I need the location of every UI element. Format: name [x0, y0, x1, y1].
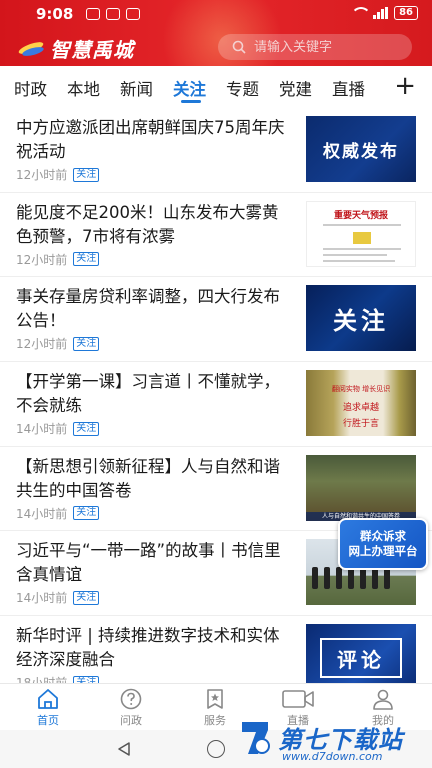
- logo-icon: [17, 38, 46, 60]
- list-item[interactable]: 事关存量房贷利率调整，四大行发布公告！ 12小时前 关注 关注: [0, 277, 432, 363]
- thumbnail-text: 追求卓越: [342, 403, 379, 414]
- tab-zhibo[interactable]: 直播: [332, 76, 365, 100]
- nav-wenzheng[interactable]: 问政: [101, 688, 161, 728]
- stamp-mark: [353, 231, 371, 244]
- tab-guanzhu[interactable]: 关注: [173, 76, 206, 100]
- news-time: 14小时前: [16, 422, 68, 437]
- watermark-url: www.d7down.com: [282, 750, 383, 763]
- news-time: 14小时前: [16, 591, 68, 606]
- add-tab-button[interactable]: +: [394, 73, 416, 99]
- nav-home[interactable]: 首页: [18, 688, 78, 728]
- search-bar[interactable]: [218, 34, 412, 60]
- news-time: 12小时前: [16, 252, 68, 267]
- news-title[interactable]: 习近平与“一带一路”的故事丨书信里含真情谊: [16, 539, 294, 587]
- news-thumbnail[interactable]: 重要天气预报: [306, 200, 416, 267]
- home-button-icon[interactable]: [207, 740, 225, 758]
- news-thumbnail[interactable]: 人与自然和谐共生的中国答卷: [306, 454, 416, 521]
- category-tabs: 时政 本地 新闻 关注 专题 党建 直播 +: [0, 66, 432, 108]
- nav-label: 服务: [204, 714, 226, 727]
- thumbnail-text: 重要天气预报: [333, 210, 388, 221]
- news-thumbnail[interactable]: 权威发布: [306, 116, 416, 182]
- news-tag: 关注: [73, 336, 100, 351]
- thumbnail-text: 评论: [337, 647, 385, 672]
- tab-xinwen[interactable]: 新闻: [120, 76, 153, 100]
- mail-icon: [126, 8, 140, 20]
- watermark-logo: 第七下载站 www.d7down.com: [238, 716, 432, 768]
- news-title[interactable]: 【开学第一课】习言道丨不懂就学，不会就练: [16, 370, 294, 418]
- thumbnail-text: 翻阅实物 增长见识: [331, 385, 391, 394]
- news-thumbnail[interactable]: 翻阅实物 增长见识 追求卓越 行胜于言: [306, 370, 416, 437]
- tab-bendi[interactable]: 本地: [67, 76, 100, 100]
- news-title[interactable]: 新华时评 | 持续推进数字技术和实体经济深度融合: [16, 624, 294, 672]
- news-title[interactable]: 能见度不足200米！山东发布大雾黄色预警，7市将有浓雾: [16, 201, 294, 249]
- battery-indicator: 86: [394, 6, 418, 20]
- news-thumbnail[interactable]: 关注: [306, 285, 416, 352]
- watermark-icon: [242, 722, 270, 754]
- nav-label: 首页: [37, 714, 59, 727]
- news-title[interactable]: 事关存量房贷利率调整，四大行发布公告！: [16, 285, 294, 333]
- nav-fuwu[interactable]: 服务: [185, 688, 245, 728]
- news-tag: 关注: [73, 252, 100, 267]
- news-time: 12小时前: [16, 337, 68, 352]
- petition-platform-banner[interactable]: 群众诉求 网上办理平台: [338, 518, 428, 570]
- news-tag: 关注: [73, 167, 100, 182]
- banner-line2: 网上办理平台: [348, 544, 418, 558]
- notification-icons: [86, 8, 140, 20]
- chat-icon: [106, 8, 120, 20]
- notification-icon: [86, 8, 100, 20]
- news-tag: 关注: [73, 590, 100, 605]
- question-icon: [120, 688, 142, 710]
- news-list: 中方应邀派团出席朝鲜国庆75周年庆祝活动 12小时前 关注 权威发布 能见度不足…: [0, 108, 432, 701]
- tab-shizheng[interactable]: 时政: [14, 76, 47, 100]
- search-input[interactable]: [254, 39, 404, 55]
- home-icon: [38, 689, 58, 709]
- tab-dangjian[interactable]: 党建: [279, 76, 312, 100]
- wifi-icon: [351, 7, 372, 19]
- nav-label: 问政: [120, 714, 142, 727]
- star-bookmark-icon: [207, 689, 223, 709]
- news-time: 12小时前: [16, 168, 68, 182]
- video-camera-icon: [282, 690, 314, 708]
- active-tab-indicator: [181, 100, 201, 103]
- thumbnail-text: 行胜于言: [342, 419, 379, 430]
- list-item[interactable]: 能见度不足200米！山东发布大雾黄色预警，7市将有浓雾 12小时前 关注 重要天…: [0, 193, 432, 278]
- search-icon: [232, 40, 246, 54]
- signal-icon: [373, 7, 389, 19]
- list-item[interactable]: 中方应邀派团出席朝鲜国庆75周年庆祝活动 12小时前 关注 权威发布: [0, 108, 432, 193]
- status-time: 9:08: [36, 5, 74, 23]
- status-bar: 9:08 86: [0, 0, 432, 28]
- news-title[interactable]: 中方应邀派团出席朝鲜国庆75周年庆祝活动: [16, 116, 294, 164]
- news-tag: 关注: [73, 506, 100, 521]
- tab-zhuanti[interactable]: 专题: [226, 76, 259, 100]
- news-tag: 关注: [73, 421, 100, 436]
- news-title[interactable]: 【新思想引领新征程】人与自然和谐共生的中国答卷: [16, 455, 294, 503]
- user-icon: [373, 689, 393, 710]
- app-name: 智慧禹城: [50, 38, 134, 62]
- thumbnail-text: 关注: [333, 306, 389, 335]
- news-time: 14小时前: [16, 506, 68, 521]
- list-item[interactable]: 【开学第一课】习言道丨不懂就学，不会就练 14小时前 关注 翻阅实物 增长见识 …: [0, 362, 432, 447]
- thumbnail-text: 权威发布: [323, 141, 399, 162]
- news-thumbnail[interactable]: 评论: [306, 624, 416, 691]
- app-logo: 智慧禹城: [17, 34, 134, 63]
- back-icon[interactable]: [116, 741, 132, 757]
- banner-line1: 群众诉求: [360, 529, 406, 543]
- app-header: 9:08 86 智慧禹城: [0, 0, 432, 66]
